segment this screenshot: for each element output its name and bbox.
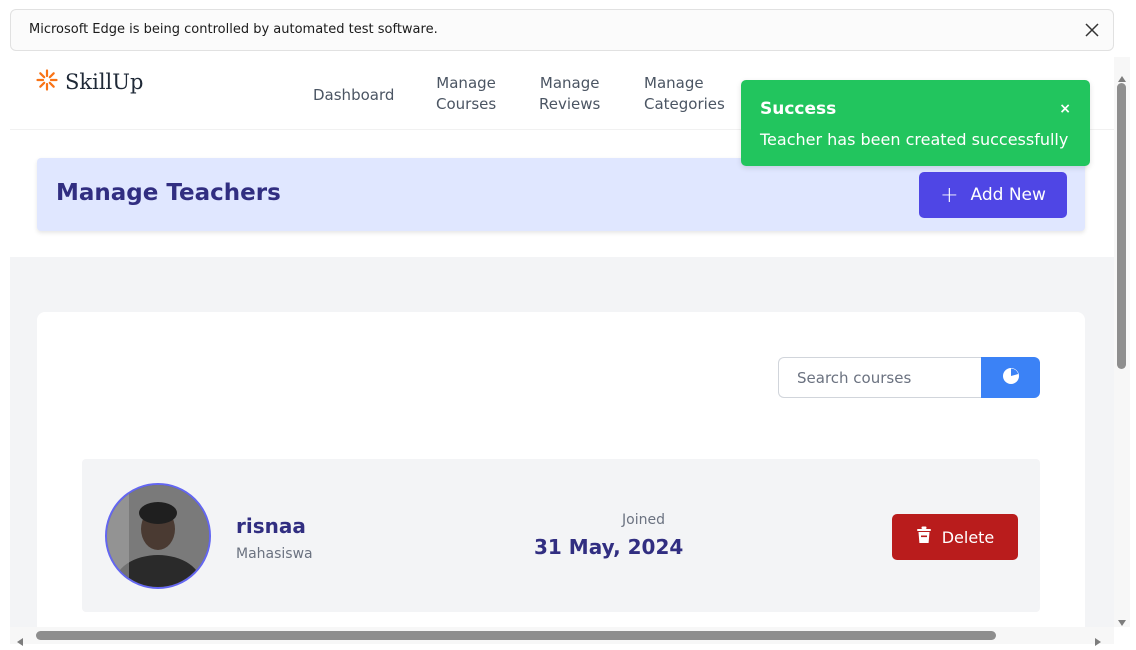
plus-icon: + xyxy=(940,182,959,208)
nav-manage-categories[interactable]: Manage Categories xyxy=(644,73,725,115)
teacher-row: risnaa Mahasiswa Joined 31 May, 2024 Del… xyxy=(82,459,1040,612)
page-viewport: SkillUp Dashboard Manage Courses Manage … xyxy=(10,57,1114,627)
success-toast: Success × Teacher has been created succe… xyxy=(741,80,1090,166)
nav-manage-reviews[interactable]: Manage Reviews xyxy=(539,73,600,115)
trash-icon xyxy=(916,526,942,548)
avatar xyxy=(105,483,211,589)
brand-logo[interactable]: SkillUp xyxy=(36,67,143,97)
toast-title: Success xyxy=(760,99,837,119)
search-icon xyxy=(1001,366,1021,390)
scroll-down-icon[interactable] xyxy=(1118,611,1126,630)
add-new-label: Add New xyxy=(970,185,1046,205)
toast-message: Teacher has been created successfully xyxy=(760,130,1069,149)
joined-date: 31 May, 2024 xyxy=(534,535,684,559)
vertical-scrollbar[interactable] xyxy=(1114,57,1130,627)
sun-burst-icon xyxy=(36,69,58,95)
delete-label: Delete xyxy=(941,527,995,547)
search-button[interactable] xyxy=(981,357,1040,398)
close-icon[interactable]: × xyxy=(1059,101,1071,117)
teacher-role: Mahasiswa xyxy=(236,546,313,562)
scroll-right-icon[interactable] xyxy=(1095,631,1101,650)
nav-manage-courses[interactable]: Manage Courses xyxy=(436,73,496,115)
vertical-scroll-thumb[interactable] xyxy=(1117,83,1126,369)
close-icon[interactable] xyxy=(1081,19,1103,41)
page-title: Manage Teachers xyxy=(56,180,281,206)
page-header: Manage Teachers + Add New xyxy=(37,158,1085,231)
teachers-panel: risnaa Mahasiswa Joined 31 May, 2024 Del… xyxy=(37,312,1085,627)
scroll-left-icon[interactable] xyxy=(17,631,23,650)
search-input[interactable] xyxy=(778,357,981,398)
joined-label: Joined xyxy=(622,512,665,528)
teacher-name: risnaa xyxy=(236,514,306,538)
automation-infobar: Microsoft Edge is being controlled by au… xyxy=(10,9,1114,51)
delete-button[interactable]: Delete xyxy=(892,514,1018,560)
infobar-message: Microsoft Edge is being controlled by au… xyxy=(29,22,438,37)
brand-name: SkillUp xyxy=(65,70,144,94)
add-new-button[interactable]: + Add New xyxy=(919,172,1067,218)
horizontal-scroll-thumb[interactable] xyxy=(36,631,996,640)
horizontal-scrollbar[interactable] xyxy=(10,627,1114,646)
nav-dashboard[interactable]: Dashboard xyxy=(313,85,394,106)
